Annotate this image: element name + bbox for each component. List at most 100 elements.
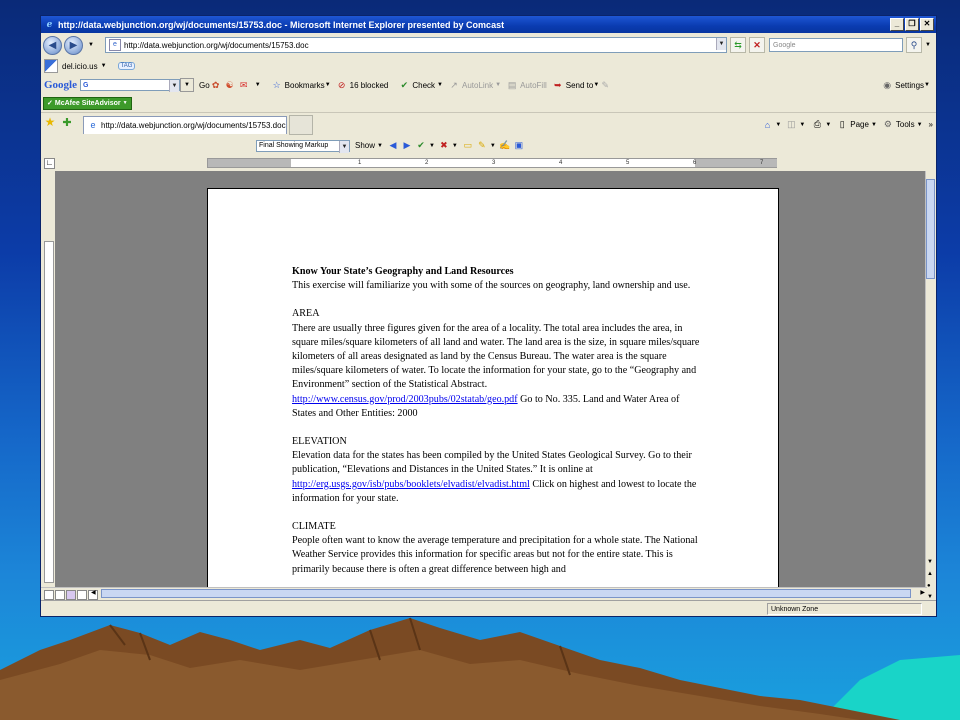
- chevron-right-icon[interactable]: »: [929, 120, 933, 129]
- scroll-left-icon[interactable]: ◀: [91, 589, 96, 596]
- spell-check-button[interactable]: ✔ Check ▼: [398, 79, 443, 91]
- chevron-down-icon[interactable]: ▼: [252, 79, 264, 91]
- home-icon[interactable]: ⌂: [761, 119, 773, 131]
- gmail-icon[interactable]: ✉: [238, 79, 250, 91]
- elevation-heading: ELEVATION: [292, 436, 347, 448]
- popup-blocked-icon: ⊘: [337, 79, 346, 90]
- news-icon[interactable]: ✿: [210, 79, 222, 91]
- settings-icon: ◉: [883, 79, 892, 90]
- autolink-button[interactable]: ↗ AutoLink ▼: [448, 79, 501, 91]
- maximize-button[interactable]: ❐: [905, 18, 919, 31]
- google-dropdown-button[interactable]: ▼: [169, 80, 179, 92]
- delicious-label[interactable]: del.icio.us: [62, 62, 98, 71]
- add-favorite-icon[interactable]: ✚: [61, 116, 73, 129]
- previous-change-icon[interactable]: ◀: [387, 140, 399, 152]
- new-tab-button[interactable]: [289, 114, 313, 135]
- markup-select[interactable]: Final Showing Markup ▼: [256, 139, 350, 153]
- ruler-tick: 3: [492, 160, 496, 166]
- zone-label: Unknown Zone: [771, 605, 819, 613]
- address-row: ◀ ▶ ▼ e http://data.webjunction.org/wj/d…: [41, 34, 936, 56]
- stop-icon: ✕: [753, 39, 761, 50]
- search-input[interactable]: Google: [769, 38, 903, 52]
- insert-comment-icon[interactable]: ▭: [462, 140, 474, 152]
- highlight-icon[interactable]: ✎: [599, 79, 611, 91]
- go-button[interactable]: Go: [199, 81, 210, 90]
- highlight-changes-icon[interactable]: ✎: [476, 140, 488, 152]
- track-changes-icon[interactable]: ✍: [499, 140, 511, 152]
- bookmarks-button[interactable]: ☆ Bookmarks ▼: [271, 79, 331, 91]
- autofill-label: AutoFill: [520, 80, 547, 90]
- feeds-icon[interactable]: ◫: [785, 119, 797, 131]
- go-label: Go: [199, 80, 210, 90]
- popup-blocker-button[interactable]: ⊘ 16 blocked: [336, 79, 388, 91]
- usgs-link[interactable]: http://erg.usgs.gov/isb/pubs/booklets/el…: [292, 479, 530, 490]
- elevation-paragraph: Elevation data for the states has been c…: [292, 449, 702, 506]
- send-to-icon: ➥: [553, 79, 562, 90]
- normal-view-button[interactable]: [44, 590, 54, 600]
- pagerank-icon[interactable]: ☯: [224, 79, 236, 91]
- horizontal-ruler[interactable]: 1 2 3 4 5 6 7: [207, 158, 777, 168]
- tab-row: ★ ✚ e http://data.webjunction.org/wj/doc…: [41, 112, 936, 136]
- next-change-icon[interactable]: ▶: [401, 140, 413, 152]
- census-link[interactable]: http://www.census.gov/prod/2003pubs/02st…: [292, 394, 518, 405]
- autofill-icon: ▤: [507, 79, 517, 90]
- reject-change-icon[interactable]: ✖: [438, 140, 450, 152]
- mcafee-siteadvisor-button[interactable]: ✓ McAfee SiteAdvisor ▼: [43, 96, 132, 110]
- autofill-button[interactable]: ▤ AutoFill: [506, 79, 547, 91]
- refresh-button[interactable]: ⇆: [730, 37, 746, 53]
- scroll-right-icon[interactable]: ▶: [920, 589, 925, 596]
- search-button[interactable]: ⚲: [906, 37, 922, 53]
- reviewing-pane-icon[interactable]: ▣: [513, 140, 525, 152]
- bookmarks-label: Bookmarks: [284, 80, 325, 90]
- chevron-down-icon[interactable]: ▼: [180, 78, 194, 92]
- tools-menu-button[interactable]: ⚙ Tools ▼: [882, 119, 923, 131]
- page-menu-button[interactable]: ▯ Page ▼: [836, 119, 877, 131]
- accept-change-icon[interactable]: ✔: [415, 140, 427, 152]
- forward-button[interactable]: ▶: [64, 35, 83, 55]
- print-icon[interactable]: ⎙: [811, 119, 823, 131]
- horizontal-scroll-thumb[interactable]: [101, 589, 911, 598]
- address-dropdown-button[interactable]: ▼: [716, 38, 726, 50]
- climate-heading: CLIMATE: [292, 521, 336, 533]
- browse-object-icon[interactable]: ●: [927, 583, 931, 589]
- close-button[interactable]: ✕: [920, 18, 934, 31]
- horizontal-scrollbar[interactable]: ◀ ▶: [41, 587, 927, 600]
- google-g-button[interactable]: G: [83, 82, 88, 89]
- search-options-icon[interactable]: ▼: [922, 39, 934, 51]
- tab-selector-icon[interactable]: ∟: [44, 157, 55, 169]
- print-view-button[interactable]: [66, 590, 76, 600]
- outline-view-button[interactable]: [77, 590, 87, 600]
- climate-paragraph: People often want to know the average te…: [292, 535, 698, 575]
- autolink-label: AutoLink: [461, 80, 494, 90]
- tab-document[interactable]: e http://data.webjunction.org/wj/documen…: [83, 115, 287, 134]
- check-icon: ✔: [400, 79, 409, 90]
- tag-button[interactable]: TAG: [117, 62, 136, 70]
- google-logo[interactable]: Google: [44, 79, 77, 91]
- web-view-button[interactable]: [55, 590, 65, 600]
- vertical-scrollbar[interactable]: ▼ ▲ ● ▼: [925, 171, 936, 601]
- window-title: http://data.webjunction.org/wj/documents…: [58, 19, 505, 30]
- vertical-scroll-thumb[interactable]: [926, 179, 935, 279]
- stop-button[interactable]: ✕: [749, 37, 765, 53]
- vertical-ruler[interactable]: [41, 171, 55, 601]
- chevron-down-icon[interactable]: ▼: [98, 60, 110, 72]
- scroll-down-icon[interactable]: ▼: [927, 559, 933, 565]
- address-input[interactable]: e http://data.webjunction.org/wj/documen…: [105, 37, 727, 53]
- favorites-star-icon[interactable]: ★: [44, 115, 56, 129]
- back-button[interactable]: ◀: [43, 35, 62, 55]
- show-button[interactable]: Show ▼: [355, 141, 383, 150]
- document-body[interactable]: Know Your State’s Geography and Land Res…: [292, 265, 702, 577]
- autolink-icon: ↗: [450, 79, 458, 90]
- page-icon: ▯: [839, 119, 845, 129]
- area-heading: AREA: [292, 308, 320, 320]
- minimize-button[interactable]: _: [890, 18, 904, 31]
- markup-dropdown-button[interactable]: ▼: [339, 140, 349, 153]
- previous-page-icon[interactable]: ▲: [927, 571, 933, 577]
- document-page[interactable]: Know Your State’s Geography and Land Res…: [207, 188, 779, 608]
- google-search-input[interactable]: G ▼: [80, 79, 180, 92]
- settings-button[interactable]: ◉ Settings ▼: [881, 79, 930, 91]
- page-icon: e: [109, 39, 121, 51]
- send-to-button[interactable]: ➥ Send to ▼: [552, 79, 599, 91]
- chevron-down-icon[interactable]: ▼: [85, 39, 97, 51]
- delicious-logo-icon: [44, 59, 58, 73]
